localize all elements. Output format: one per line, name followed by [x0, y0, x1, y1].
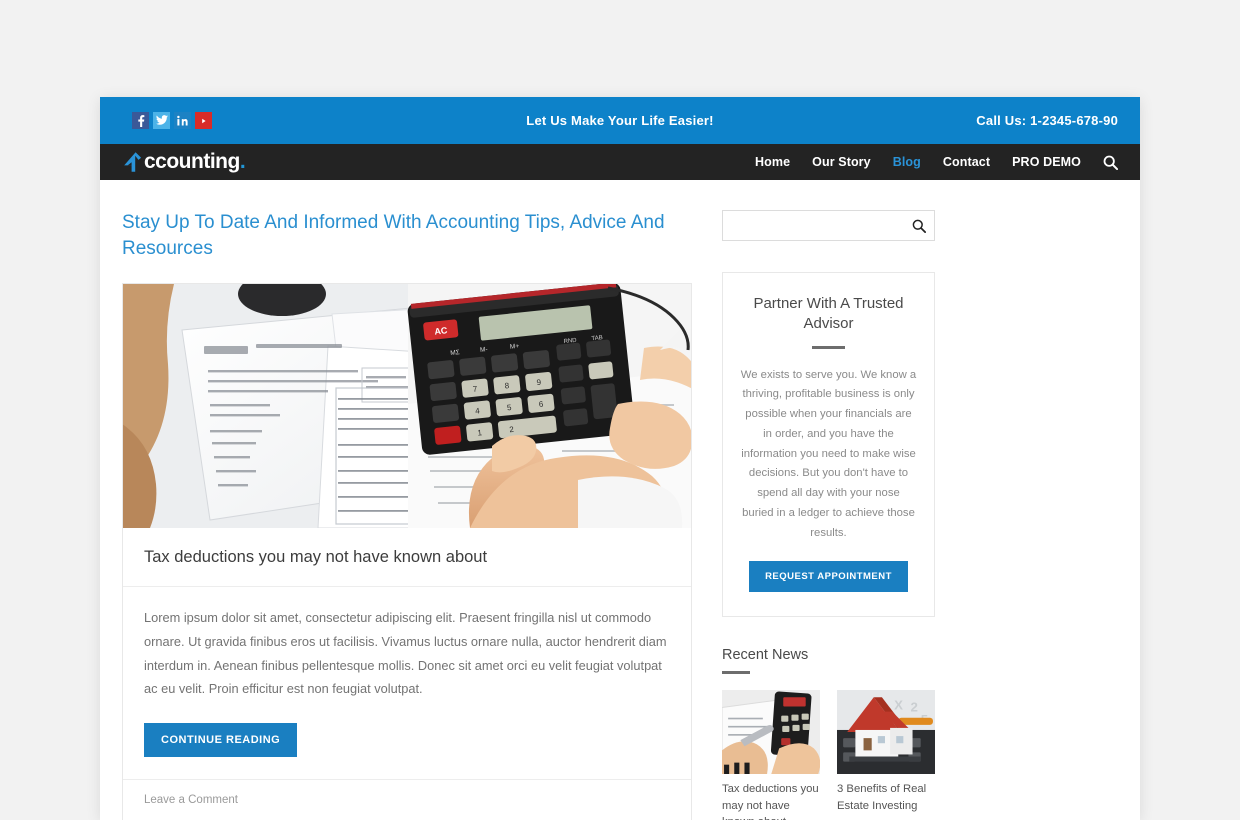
svg-text:M-: M- [480, 346, 488, 354]
nav-item-pro-demo[interactable]: PRO DEMO [1012, 155, 1081, 169]
nav-links: Home Our Story Blog Contact PRO DEMO [755, 155, 1118, 170]
post-title[interactable]: Tax deductions you may not have known ab… [123, 528, 691, 588]
svg-text:2: 2 [911, 700, 918, 715]
sidebar: Partner With A Trusted Advisor We exists… [722, 210, 935, 820]
recent-news-grid: Tax deductions you may not have known ab… [722, 690, 935, 820]
recent-news-item[interactable]: Tax deductions you may not have known ab… [722, 690, 820, 820]
recent-news-label[interactable]: 3 Benefits of Real Estate Investing [837, 781, 935, 814]
logo-dot: . [239, 150, 246, 173]
main-navigation-bar: ccounting . Home Our Story Blog Contact … [100, 144, 1140, 180]
recent-news-divider [722, 671, 750, 675]
recent-news-item[interactable]: X25 [837, 690, 935, 820]
svg-text:X: X [894, 698, 903, 713]
youtube-icon[interactable] [195, 112, 212, 129]
main-column: Stay Up To Date And Informed With Accoun… [122, 210, 692, 820]
recent-news-widget: Recent News Tax deductions you may not h… [722, 647, 935, 820]
recent-news-title: Recent News [722, 647, 809, 664]
logo-a-mark-icon [122, 151, 143, 173]
post-excerpt: Lorem ipsum dolor sit amet, consectetur … [144, 610, 667, 697]
cta-widget-text: We exists to serve you. We know a thrivi… [740, 368, 917, 539]
cta-widget-title: Partner With A Trusted Advisor [753, 295, 904, 333]
nav-item-blog[interactable]: Blog [893, 155, 921, 169]
twitter-icon[interactable] [153, 112, 170, 129]
nav-item-contact[interactable]: Contact [943, 155, 990, 169]
post-featured-image[interactable]: AC RND TAB MΣ M- M+ 7 8 9 4 5 6 1 2 [123, 284, 691, 529]
continue-reading-button[interactable]: CONTINUE READING [144, 722, 298, 757]
search-submit-icon[interactable] [904, 211, 934, 240]
facebook-icon[interactable] [132, 112, 149, 129]
search-input[interactable] [723, 211, 904, 240]
page-content: Stay Up To Date And Informed With Accoun… [100, 180, 1140, 820]
top-utility-bar: Let Us Make Your Life Easier! Call Us: 1… [100, 97, 1140, 144]
site-logo[interactable]: ccounting . [122, 150, 246, 174]
sidebar-search [722, 210, 935, 241]
post-card: AC RND TAB MΣ M- M+ 7 8 9 4 5 6 1 2 Tax … [122, 283, 692, 820]
request-appointment-button[interactable]: REQUEST APPOINTMENT [749, 561, 908, 593]
recent-news-label[interactable]: Tax deductions you may not have known ab… [722, 781, 820, 820]
recent-news-thumbnail[interactable]: X25 [837, 690, 935, 775]
social-links [132, 112, 212, 129]
svg-text:AC: AC [434, 325, 448, 336]
cta-widget: Partner With A Trusted Advisor We exists… [722, 272, 935, 618]
page-title: Stay Up To Date And Informed With Accoun… [122, 212, 665, 259]
post-body: Tax deductions you may not have known ab… [123, 528, 691, 820]
phone-number[interactable]: Call Us: 1-2345-678-90 [976, 113, 1118, 128]
leave-a-comment-link[interactable]: Leave a Comment [123, 778, 691, 820]
recent-news-thumbnail[interactable] [722, 690, 820, 775]
site-page: Let Us Make Your Life Easier! Call Us: 1… [100, 97, 1140, 820]
cta-divider [812, 345, 845, 349]
nav-item-our-story[interactable]: Our Story [812, 155, 871, 169]
svg-text:MΣ: MΣ [450, 349, 460, 357]
nav-item-home[interactable]: Home [755, 155, 790, 169]
nav-search-icon[interactable] [1103, 155, 1118, 170]
logo-text: ccounting [144, 150, 240, 173]
linkedin-icon[interactable] [174, 112, 191, 129]
post-actions: CONTINUE READING [123, 707, 691, 779]
svg-text:M+: M+ [510, 343, 520, 351]
